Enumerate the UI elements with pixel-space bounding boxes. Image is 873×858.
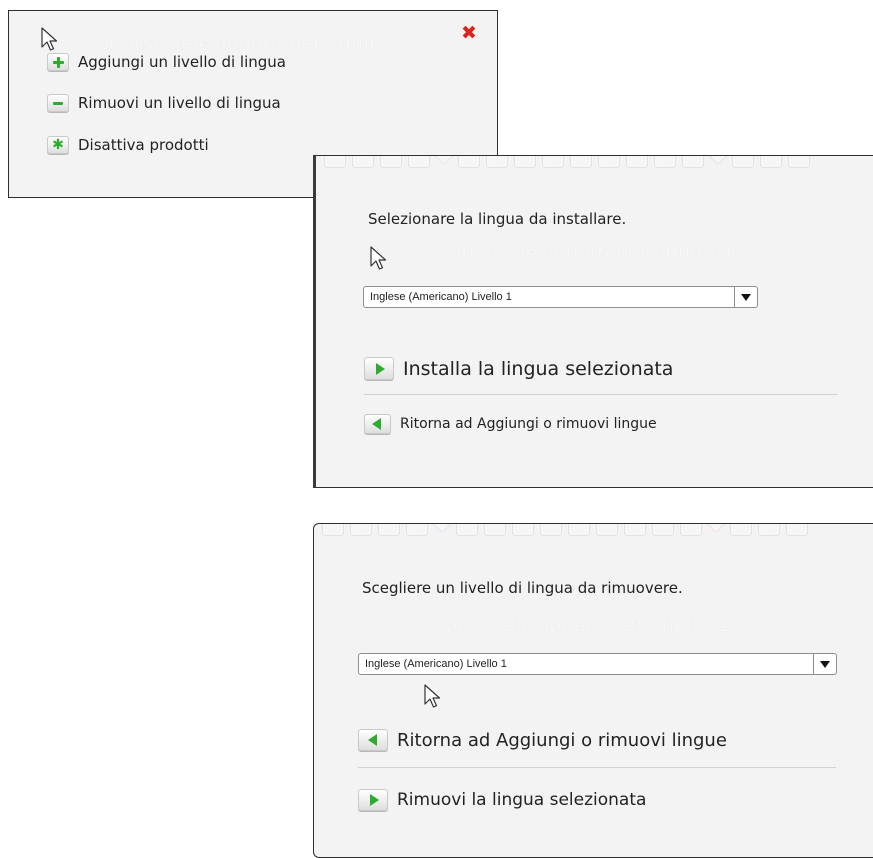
decorative-tab-strip	[314, 524, 873, 538]
decorative-tab-strip	[316, 156, 873, 170]
remove-language-level-label: Rimuovi un livello di lingua	[78, 94, 281, 112]
install-prompt: Selezionare la lingua da installare.	[368, 210, 627, 228]
back-to-add-remove-label: Ritorna ad Aggiungi o rimuovi lingue	[397, 729, 727, 751]
language-select[interactable]: Inglese (Americano) Livello 1	[363, 286, 758, 308]
remove-selected-language-label: Rimuovi la lingua selezionata	[397, 790, 647, 810]
mouse-pointer-icon	[370, 246, 387, 270]
back-left-icon	[358, 729, 388, 751]
install-language-panel: Selezionare la lingua da installare. Cor…	[313, 155, 873, 488]
asterisk-icon: ✱	[47, 136, 69, 154]
deactivate-products-label: Disattiva prodotti	[78, 136, 209, 154]
chevron-down-icon[interactable]	[813, 654, 836, 674]
minus-icon	[47, 94, 69, 112]
ghost-course-text: Corso selezionato per l'unità 1	[109, 33, 408, 55]
add-language-level-label: Aggiungi un livello di lingua	[78, 53, 286, 71]
divider	[358, 767, 836, 768]
back-to-add-remove-button[interactable]: Ritorna ad Aggiungi o rimuovi lingue	[364, 414, 657, 434]
mouse-pointer-icon	[424, 684, 441, 708]
play-right-icon	[358, 789, 388, 811]
back-left-icon	[364, 414, 391, 434]
ghost-course-text: Corso selezionato per l'unità 1	[436, 242, 735, 264]
language-select-value: Inglese (Americano) Livello 1	[370, 291, 512, 303]
remove-prompt: Scegliere un livello di lingua da rimuov…	[362, 579, 683, 597]
remove-selected-language-button[interactable]: Rimuovi la lingua selezionata	[358, 789, 646, 811]
language-level-select-value: Inglese (Americano) Livello 1	[365, 658, 507, 670]
play-right-icon	[364, 357, 394, 380]
mouse-pointer-icon	[41, 27, 58, 51]
back-to-add-remove-button[interactable]: Ritorna ad Aggiungi o rimuovi lingue	[358, 729, 727, 751]
remove-language-panel: Scegliere un livello di lingua da rimuov…	[313, 523, 873, 858]
divider	[364, 394, 838, 395]
back-to-add-remove-label: Ritorna ad Aggiungi o rimuovi lingue	[400, 416, 657, 432]
ghost-course-text: Corso selezionato per l'unità 1	[432, 614, 731, 636]
chevron-down-icon[interactable]	[734, 287, 757, 307]
deactivate-products-button[interactable]: ✱ Disattiva prodotti	[47, 136, 209, 154]
add-language-level-button[interactable]: Aggiungi un livello di lingua	[47, 53, 286, 71]
language-level-select[interactable]: Inglese (Americano) Livello 1	[358, 653, 837, 675]
install-selected-language-label: Installa la lingua selezionata	[403, 357, 674, 380]
plus-icon	[47, 53, 69, 71]
close-icon[interactable]: ✖	[461, 24, 477, 43]
install-selected-language-button[interactable]: Installa la lingua selezionata	[364, 357, 673, 380]
remove-language-level-button[interactable]: Rimuovi un livello di lingua	[47, 94, 281, 112]
